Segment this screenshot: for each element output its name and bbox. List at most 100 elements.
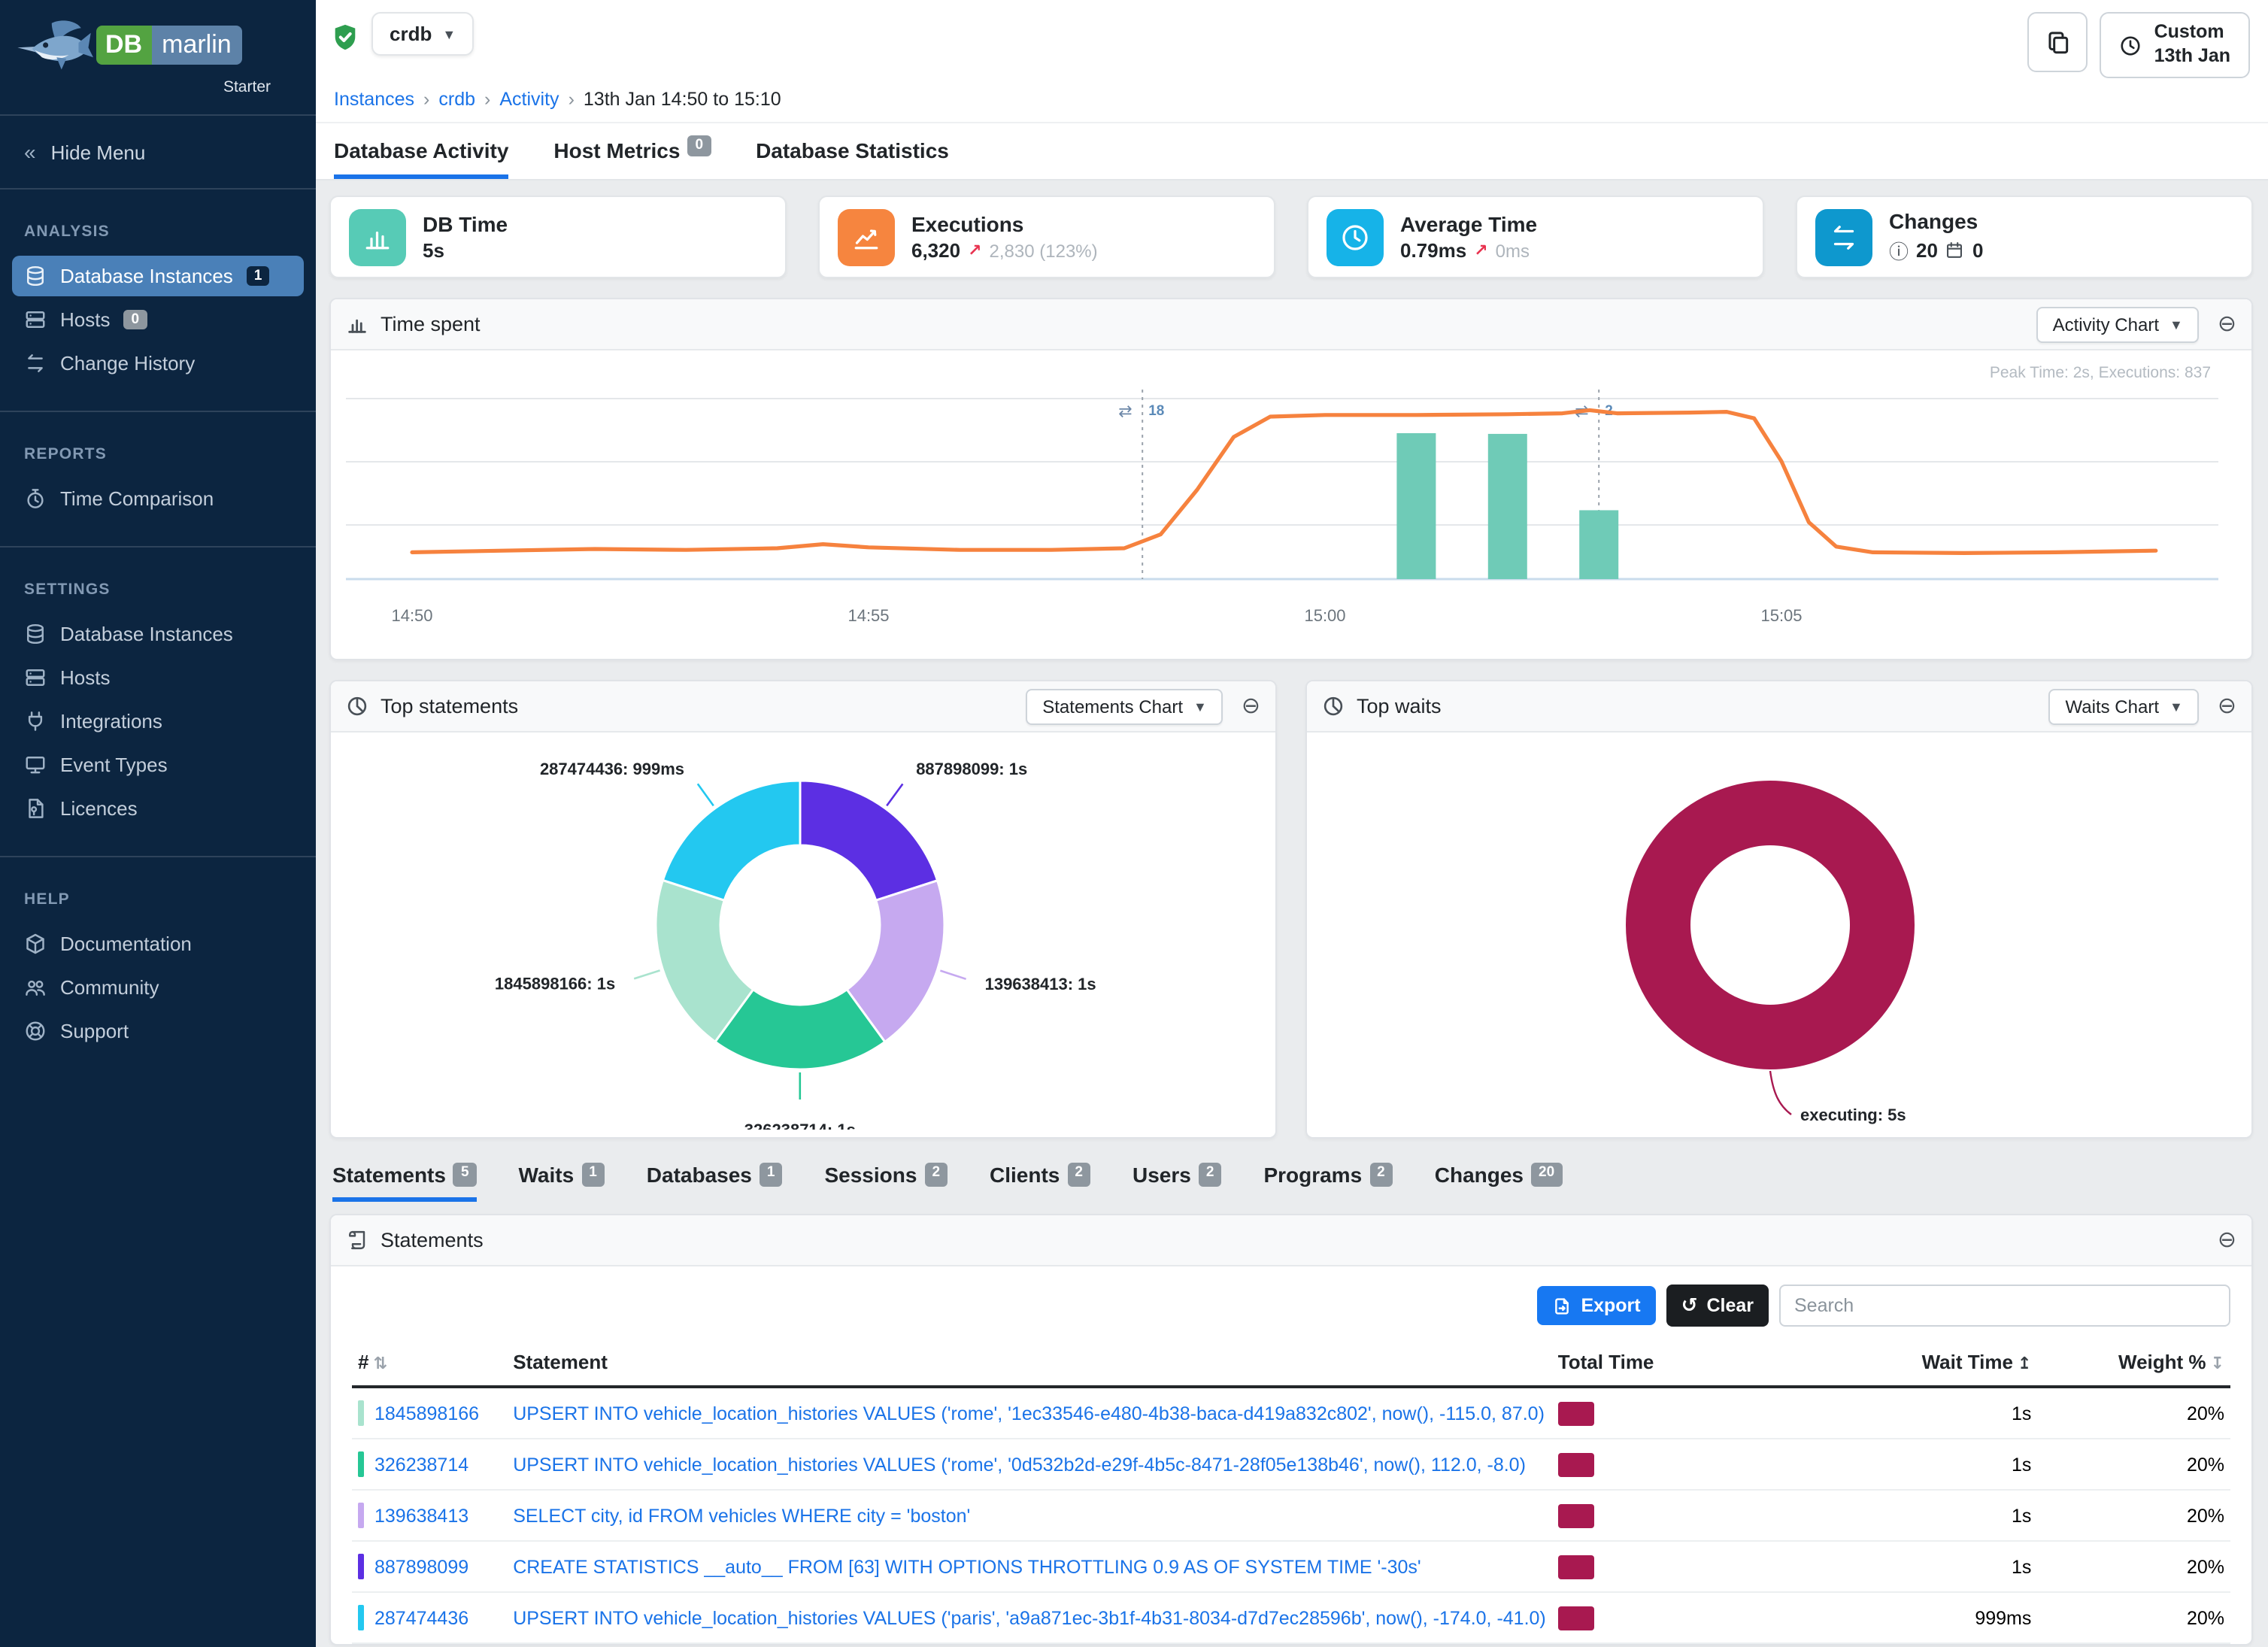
statement-id-link[interactable]: 139638413 — [374, 1505, 468, 1526]
activity-chart-select[interactable]: Activity Chart ▼ — [2036, 306, 2200, 342]
statement-id-link[interactable]: 287474436 — [374, 1607, 468, 1628]
sidebar-item-time-comparison[interactable]: Time Comparison — [12, 478, 304, 519]
sidebar-item-documentation[interactable]: Documentation — [12, 924, 304, 964]
sidebar-item-hosts[interactable]: Hosts — [12, 657, 304, 698]
statement-link[interactable]: SELECT city, id FROM vehicles WHERE city… — [513, 1505, 970, 1526]
breadcrumb-link[interactable]: crdb — [438, 89, 475, 110]
tab-database-activity[interactable]: Database Activity — [334, 138, 508, 179]
svg-text:15:05: 15:05 — [1760, 606, 1802, 625]
weight-value: 20% — [2037, 1439, 2230, 1490]
sidebar-nav: ANALYSISDatabase Instances1Hosts0Change … — [0, 199, 316, 1069]
tab-host-metrics[interactable]: Host Metrics0 — [553, 138, 711, 179]
card-title: Changes — [1889, 209, 1983, 233]
top-waits-donut[interactable]: executing: 5s — [1307, 733, 2233, 1130]
sidebar-item-change-history[interactable]: Change History — [12, 343, 304, 384]
breadcrumb-link[interactable]: Instances — [334, 89, 414, 110]
wait-time-value: 1s — [1804, 1439, 2037, 1490]
sidebar-section: HELPDocumentationCommunitySupport — [0, 866, 316, 1069]
divider — [0, 188, 316, 190]
breadcrumb-link[interactable]: Activity — [499, 89, 559, 110]
statement-id-link[interactable]: 887898099 — [374, 1556, 468, 1577]
collapse-panel-icon[interactable]: ⊖ — [2218, 1229, 2236, 1251]
collapse-panel-icon[interactable]: ⊖ — [1242, 695, 1260, 717]
sidebar-item-database-instances[interactable]: Database Instances1 — [12, 256, 304, 296]
svg-text:15:00: 15:00 — [1304, 606, 1345, 625]
svg-text:14:50: 14:50 — [391, 606, 432, 625]
count-badge: 2 — [924, 1163, 948, 1187]
statement-color-bar — [358, 1554, 364, 1579]
col-header-id[interactable]: #⇅ — [352, 1342, 507, 1387]
database-icon — [24, 265, 47, 287]
tab-waits[interactable]: Waits1 — [519, 1163, 605, 1202]
average-time-icon — [1327, 208, 1384, 265]
donut-slice-887898099 — [800, 781, 938, 900]
col-header-wait-time[interactable]: Wait Time↥ — [1804, 1342, 2037, 1387]
statements-chart-select[interactable]: Statements Chart ▼ — [1026, 688, 1223, 724]
weight-value: 20% — [2037, 1387, 2230, 1439]
waits-chart-select[interactable]: Waits Chart ▼ — [2049, 688, 2200, 724]
card-db-time[interactable]: DB Time5s — [329, 196, 787, 278]
statement-link[interactable]: CREATE STATISTICS __auto__ FROM [63] WIT… — [513, 1556, 1421, 1577]
brand-db: DB — [96, 26, 151, 65]
sidebar-item-event-types[interactable]: Event Types — [12, 745, 304, 785]
card-changes[interactable]: Changesⓘ200 — [1796, 196, 2253, 278]
statements-table: #⇅ Statement Total Time Wait Time↥ Weigh… — [352, 1342, 2230, 1644]
executions-bar — [1488, 434, 1527, 579]
trend-up-icon: ↗ — [1474, 241, 1487, 260]
exchange-icon — [24, 352, 47, 375]
divider — [0, 856, 316, 857]
tab-users[interactable]: Users2 — [1132, 1163, 1221, 1202]
sort-icon: ⇅ — [373, 1355, 387, 1373]
time-range-button[interactable]: Custom13th Jan — [2100, 12, 2250, 78]
tab-programs[interactable]: Programs2 — [1263, 1163, 1392, 1202]
peak-note: Peak Time: 2s, Executions: 837 — [1990, 364, 2211, 381]
col-header-statement[interactable]: Statement — [507, 1342, 1552, 1387]
instance-selector[interactable]: crdb ▼ — [371, 12, 474, 56]
sidebar-item-licences[interactable]: Licences — [12, 788, 304, 829]
collapse-panel-icon[interactable]: ⊖ — [2218, 313, 2236, 335]
sidebar-item-database-instances[interactable]: Database Instances — [12, 614, 304, 654]
card-average-time[interactable]: Average Time0.79ms↗0ms — [1307, 196, 1764, 278]
tab-clients[interactable]: Clients2 — [990, 1163, 1090, 1202]
count-badge: 20 — [1531, 1163, 1562, 1187]
community-icon — [24, 976, 47, 999]
tab-database-statistics[interactable]: Database Statistics — [756, 138, 949, 179]
sidebar-section: REPORTSTime Comparison — [0, 421, 316, 537]
donut-label: 326238714: 1s — [744, 1121, 856, 1130]
clear-button[interactable]: ↺ Clear — [1666, 1285, 1769, 1327]
table-row: 139638413 SELECT city, id FROM vehicles W… — [352, 1490, 2230, 1541]
sidebar-section-title: ANALYSIS — [0, 205, 316, 253]
tab-changes[interactable]: Changes20 — [1435, 1163, 1562, 1202]
hide-menu-button[interactable]: « Hide Menu — [0, 125, 316, 179]
sidebar-section-title: HELP — [0, 872, 316, 921]
clock-icon — [2120, 34, 2142, 56]
statement-link[interactable]: UPSERT INTO vehicle_location_histories V… — [513, 1607, 1546, 1628]
statement-link[interactable]: UPSERT INTO vehicle_location_histories V… — [513, 1454, 1526, 1475]
app-logo[interactable]: DBmarlin Starter — [0, 0, 316, 105]
statement-id-link[interactable]: 1845898166 — [374, 1403, 479, 1424]
col-header-weight[interactable]: Weight %↧ — [2037, 1342, 2230, 1387]
time-spent-chart[interactable]: ⇄18⇄214:5014:5515:0015:05Peak Time: 2s, … — [331, 350, 2230, 651]
col-header-total-time[interactable]: Total Time — [1552, 1342, 1805, 1387]
card-executions[interactable]: Executions6,320↗2,830 (123%) — [818, 196, 1275, 278]
total-time-bar — [1558, 1401, 1594, 1425]
export-button[interactable]: Export — [1537, 1286, 1655, 1325]
tab-statements[interactable]: Statements5 — [332, 1163, 477, 1202]
top-statements-donut[interactable]: 887898099: 1s139638413: 1s326238714: 1s1… — [331, 733, 1269, 1130]
count-badge: 2 — [1199, 1163, 1222, 1187]
server-icon — [24, 308, 47, 331]
tab-sessions[interactable]: Sessions2 — [824, 1163, 948, 1202]
statement-color-bar — [358, 1451, 364, 1477]
statement-link[interactable]: UPSERT INTO vehicle_location_histories V… — [513, 1403, 1545, 1424]
sidebar-item-community[interactable]: Community — [12, 967, 304, 1008]
donut-label: 887898099: 1s — [916, 760, 1027, 778]
collapse-panel-icon[interactable]: ⊖ — [2218, 695, 2236, 717]
sidebar-item-support[interactable]: Support — [12, 1011, 304, 1051]
table-row: 287474436 UPSERT INTO vehicle_location_hi… — [352, 1592, 2230, 1643]
sidebar-item-hosts[interactable]: Hosts0 — [12, 299, 304, 340]
search-input[interactable] — [1779, 1285, 2230, 1327]
sidebar-item-integrations[interactable]: Integrations — [12, 701, 304, 742]
tab-databases[interactable]: Databases1 — [647, 1163, 783, 1202]
statement-id-link[interactable]: 326238714 — [374, 1454, 468, 1475]
copy-link-button[interactable] — [2028, 12, 2088, 72]
